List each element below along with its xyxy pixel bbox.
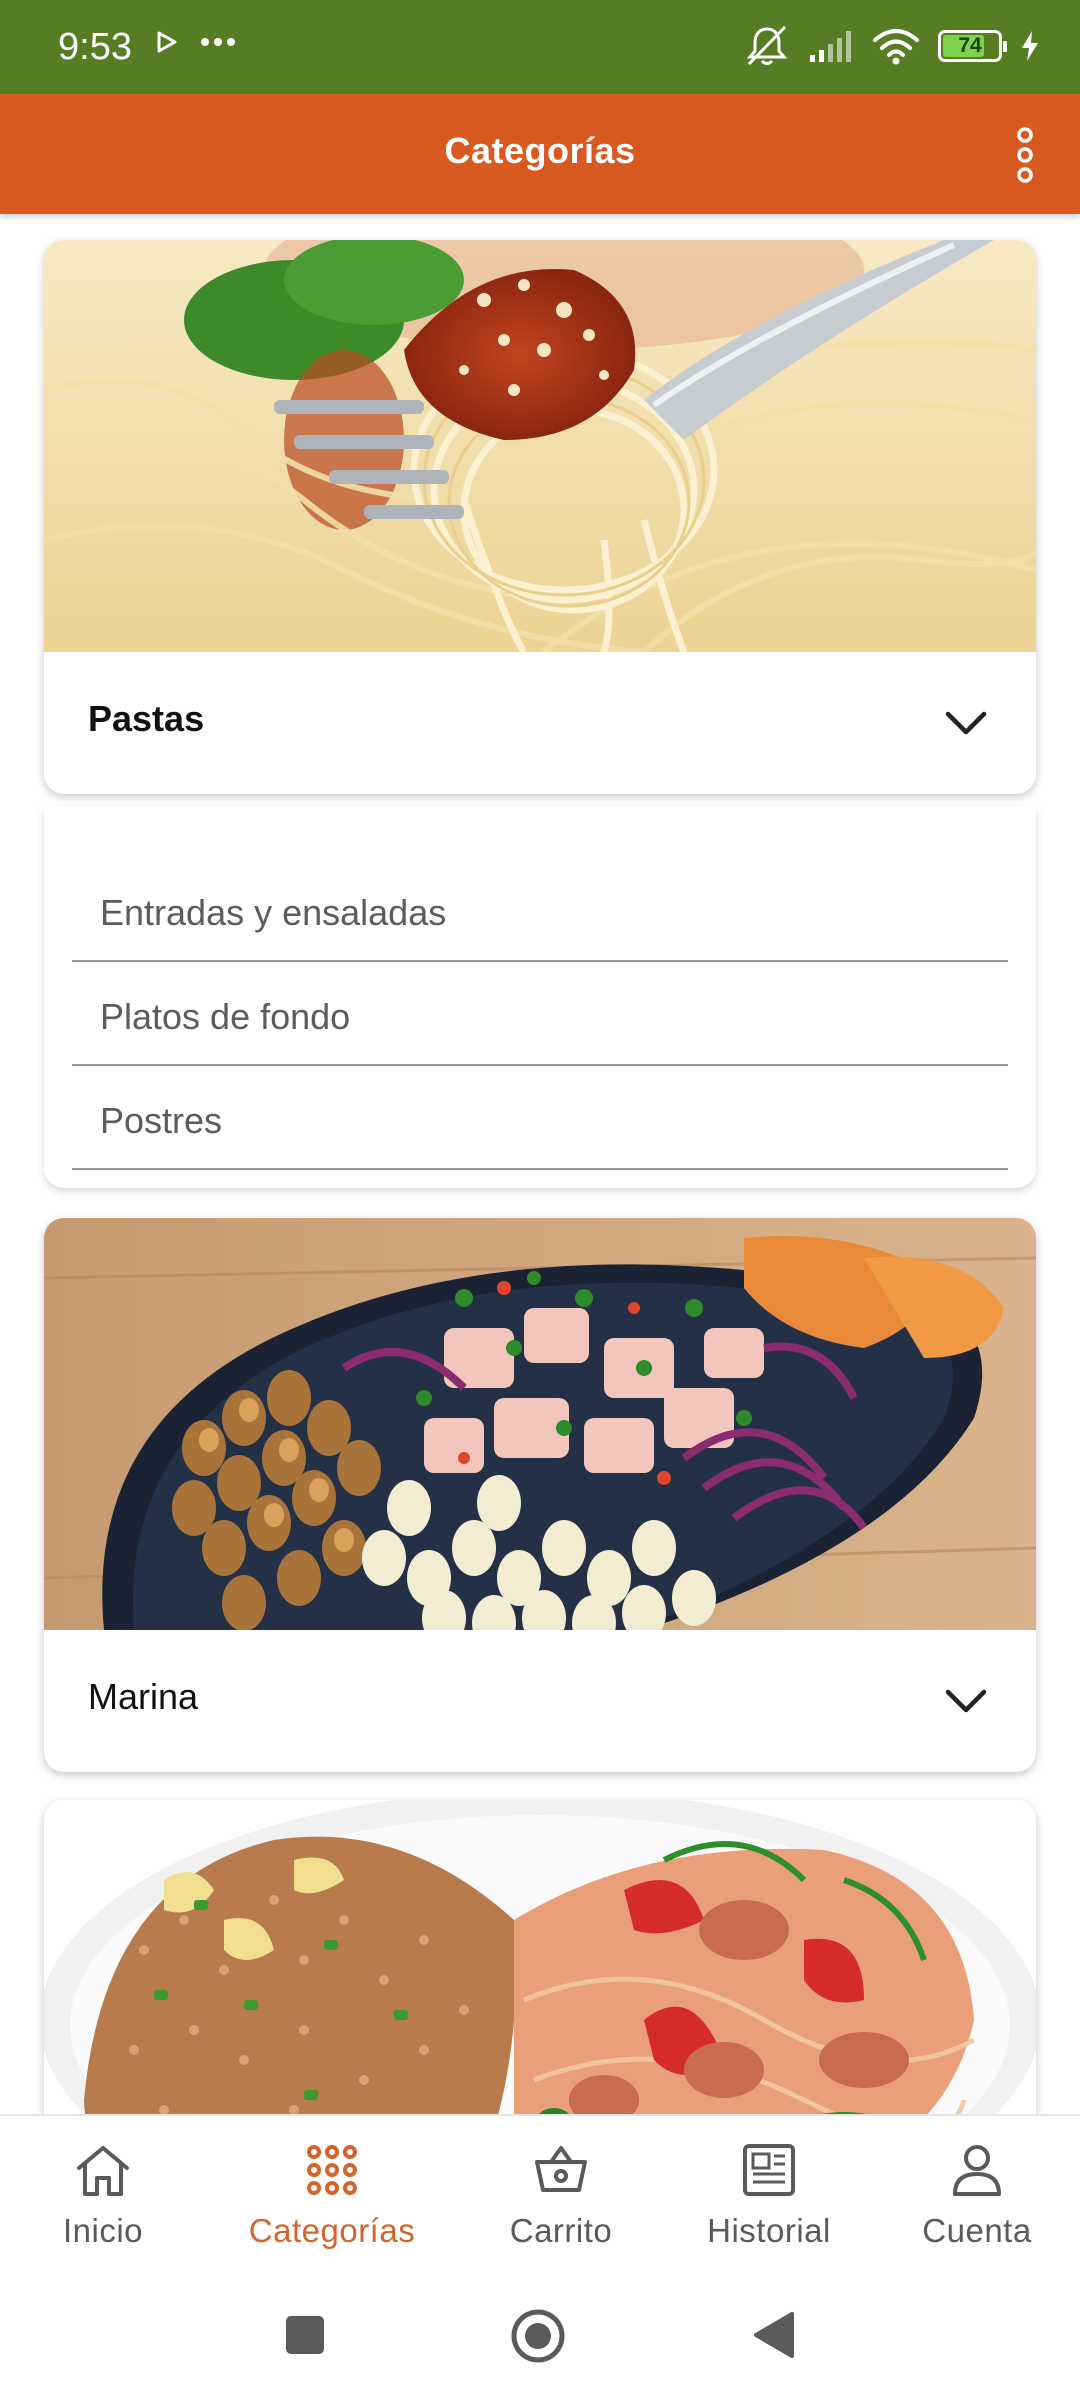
status-left-icons: [156, 30, 236, 54]
status-bar: 9:53 74: [0, 0, 1080, 94]
categories-list[interactable]: Entradas y ensaladas Platos de fondo Pos…: [0, 214, 1080, 2114]
nav-label: Categorías: [248, 2212, 416, 2249]
nav-item-cuenta[interactable]: Cuenta: [874, 2116, 1080, 2274]
back-button[interactable]: [752, 2310, 798, 2360]
signal-icon: [810, 31, 851, 62]
play-notification-icon: [157, 31, 177, 53]
subcategory-item[interactable]: Platos de fondo: [72, 962, 1008, 1066]
category-image-marina: [44, 1218, 1036, 1630]
chevron-down-icon[interactable]: [940, 700, 992, 746]
category-title: Pastas: [88, 698, 205, 739]
category-title: Marina: [88, 1676, 199, 1717]
category-header-pastas[interactable]: Pastas: [44, 652, 1036, 794]
subcategory-item[interactable]: Entradas y ensaladas: [72, 858, 1008, 962]
person-icon: [953, 2145, 1001, 2196]
screen: 9:53 74 Categorías Entradas y ensaladas …: [0, 0, 1080, 2400]
page-title: Categorías: [444, 130, 636, 171]
battery-level: 74: [958, 34, 982, 57]
chevron-down-icon[interactable]: [940, 1678, 992, 1724]
more-notifications-icon: [201, 38, 235, 46]
category-card-pastas[interactable]: Pastas: [44, 240, 1036, 794]
battery-icon: 74: [938, 30, 1007, 62]
nav-item-categorias[interactable]: Categorías: [206, 2116, 458, 2274]
status-right-icons: 74: [744, 24, 1040, 68]
nav-label: Cuenta: [922, 2212, 1032, 2249]
subcategory-label: Postres: [100, 1100, 223, 1141]
subcategory-panel: Entradas y ensaladas Platos de fondo Pos…: [44, 806, 1036, 1188]
newspaper-icon: [743, 2144, 795, 2196]
status-time: 9:53: [58, 26, 132, 68]
nav-label: Carrito: [509, 2212, 613, 2249]
category-image-third: [44, 1800, 1036, 2114]
nav-label: Historial: [707, 2212, 831, 2249]
home-icon: [77, 2146, 129, 2196]
silent-bell-icon: [746, 25, 788, 66]
more-options-button[interactable]: [990, 120, 1060, 190]
nav-item-carrito[interactable]: Carrito: [458, 2116, 664, 2274]
subcategory-item[interactable]: Postres: [72, 1066, 1008, 1170]
battery-cap: [1003, 41, 1007, 52]
basket-icon: [535, 2146, 587, 2192]
category-card-marina[interactable]: Marina: [44, 1218, 1036, 1772]
charging-bolt-icon: [1022, 31, 1038, 61]
more-vertical-icon: [1017, 127, 1033, 183]
recents-button[interactable]: [280, 2310, 330, 2360]
app-bar: Categorías: [0, 94, 1080, 214]
subcategory-label: Entradas y ensaladas: [100, 892, 447, 933]
nav-label: Inicio: [62, 2212, 144, 2249]
category-header-marina[interactable]: Marina: [44, 1630, 1036, 1772]
nav-item-historial[interactable]: Historial: [664, 2116, 874, 2274]
subcategory-label: Platos de fondo: [100, 996, 351, 1037]
nav-item-inicio[interactable]: Inicio: [0, 2116, 206, 2274]
bottom-navigation: Inicio Categorías Carrito Historial Cuen…: [0, 2114, 1080, 2274]
category-image-pastas: [44, 240, 1036, 652]
wifi-icon: [873, 29, 919, 65]
system-navigation-bar: [0, 2272, 1080, 2400]
grid-dots-icon: [307, 2145, 357, 2195]
category-card-third[interactable]: [44, 1800, 1036, 2114]
home-button[interactable]: [510, 2308, 566, 2364]
